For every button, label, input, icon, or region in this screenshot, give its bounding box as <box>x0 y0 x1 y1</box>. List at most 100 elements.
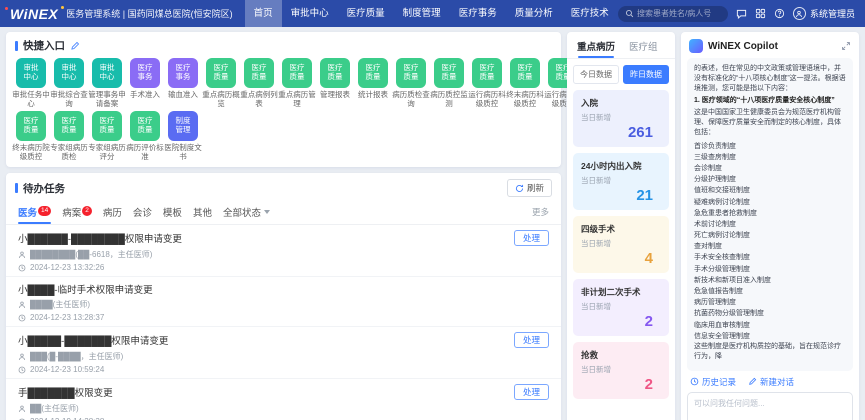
quick-entry-tile[interactable]: 医疗事务 手术准入 <box>126 58 164 108</box>
apps-icon[interactable] <box>755 8 766 19</box>
help-icon[interactable] <box>774 8 785 19</box>
date-filter-tab[interactable]: 昨日数据 <box>623 65 669 84</box>
tile-icon: 医疗质量 <box>130 111 160 141</box>
user-menu[interactable]: 系统管理员 <box>793 7 855 20</box>
message-section-desc: 这是中国国家卫生健康委员会为规范医疗机构管理、保障医疗质量安全而制定的核心制度，… <box>694 108 846 137</box>
nav-tab[interactable]: 首页 <box>245 0 282 27</box>
tile-category: 医疗质量 <box>100 117 115 134</box>
header-actions: 系统管理员 <box>618 6 855 22</box>
stat-card[interactable]: 非计划二次手术 当日新增 2 <box>573 279 669 336</box>
todo-tab[interactable]: 会诊 <box>133 202 152 224</box>
patient-search[interactable] <box>618 6 728 22</box>
core-system-item: 查对制度 <box>694 241 846 252</box>
monitor-tab[interactable]: 重点病历 <box>577 39 615 58</box>
tile-category: 医疗事务 <box>138 64 153 81</box>
quick-entry-panel: 快捷入口 审批中心 审批任务中心 <box>6 32 561 167</box>
person-icon <box>18 301 26 309</box>
todo-tab[interactable]: 病历 <box>103 202 122 224</box>
logo-text: WiNEX <box>10 6 58 22</box>
tile-category: 医疗质量 <box>404 64 419 81</box>
quick-entry-tile[interactable]: 医疗质量 病历质控监测 <box>430 58 468 108</box>
nav-tab[interactable]: 医疗事务 <box>450 0 506 27</box>
tile-label: 运行病历科级质控 <box>468 90 506 108</box>
todo-tab-label: 其他 <box>193 208 212 219</box>
quick-entry-tile[interactable]: 医疗质量 病历质检查询 <box>392 58 430 108</box>
tile-icon: 医疗质量 <box>510 58 540 88</box>
quick-entry-tile[interactable]: 医疗质量 运行病历科级质控 <box>468 58 506 108</box>
quick-entry-tile[interactable]: 医疗质量 重点病历管理 <box>278 58 316 108</box>
nav-tab[interactable]: 质量分析 <box>506 0 562 27</box>
nav-tab[interactable]: 医疗技术 <box>562 0 618 27</box>
core-system-item: 病历管理制度 <box>694 297 846 308</box>
tile-category: 医疗质量 <box>366 64 381 81</box>
stat-value: 4 <box>581 250 661 267</box>
quick-entry-tile[interactable]: 审批中心 管理事务申请备案 <box>88 58 126 108</box>
stat-card[interactable]: 入院 当日新增 261 <box>573 90 669 147</box>
task-item[interactable]: 小████-临时手术权限申请变更 ████(主任医师) <box>6 277 561 327</box>
date-filter-tab[interactable]: 今日数据 <box>573 65 619 84</box>
status-filter-label: 全部状态 <box>223 205 261 219</box>
quick-entry-tile[interactable]: 医疗质量 专家组病历质检 <box>50 111 88 161</box>
copilot-input-box[interactable] <box>687 392 853 420</box>
task-item[interactable]: 小█████-███████权限申请变更 处理 ███(█-████，主任医师) <box>6 327 561 379</box>
section-marker <box>15 41 18 51</box>
stat-sublabel: 当日新增 <box>581 112 661 123</box>
history-button[interactable]: 历史记录 <box>690 376 736 388</box>
date-filter-tabs: 今日数据 昨日数据 <box>567 59 675 86</box>
search-icon <box>625 9 634 18</box>
edit-icon[interactable] <box>70 41 80 51</box>
quick-entry-tile[interactable]: 医疗质量 终末病历科级质控 <box>506 58 544 108</box>
tile-label: 病历质检查询 <box>392 90 430 108</box>
quick-entry-tile[interactable]: 医疗质量 终末病历院级质控 <box>12 111 50 161</box>
nav-tab[interactable]: 审批中心 <box>282 0 338 27</box>
quick-entry-tile[interactable]: 医疗质量 专家组病历评分 <box>88 111 126 161</box>
quick-entry-tile[interactable]: 审批中心 审批任务中心 <box>12 58 50 108</box>
quick-entry-title: 快捷入口 <box>23 38 65 53</box>
tile-category: 医疗质量 <box>290 64 305 81</box>
handle-button[interactable]: 处理 <box>514 230 549 246</box>
search-input[interactable] <box>637 9 721 18</box>
new-chat-icon <box>748 377 757 386</box>
quick-entry-tile[interactable]: 医疗质量 管理报表 <box>316 58 354 108</box>
core-system-item: 抗菌药物分级管理制度 <box>694 308 846 319</box>
quick-entry-tile[interactable]: 医疗质量 重点病历概览 <box>202 58 240 108</box>
task-assignee: ████████(██-6618，主任医师) <box>30 249 152 260</box>
refresh-button[interactable]: 刷新 <box>507 179 552 197</box>
stat-card[interactable]: 抢救 当日新增 2 <box>573 342 669 399</box>
monitor-tab[interactable]: 医疗组 <box>629 39 658 58</box>
quick-entry-tile[interactable]: 制度管理 医院制度文书 <box>164 111 202 161</box>
quick-entry-tile[interactable]: 医疗质量 病历评价标准 <box>126 111 164 161</box>
todo-tab[interactable]: 其他 <box>193 202 212 224</box>
stat-card[interactable]: 24小时内出入院 当日新增 21 <box>573 153 669 210</box>
expand-icon[interactable] <box>841 41 851 51</box>
quick-entry-tile[interactable]: 医疗质量 统计报表 <box>354 58 392 108</box>
copilot-input[interactable] <box>688 393 852 420</box>
person-icon <box>18 405 26 413</box>
todo-panel: 待办任务 刷新 医务14 病案2 <box>6 173 561 420</box>
todo-tab[interactable]: 病案2 <box>62 202 92 224</box>
stat-value: 2 <box>581 376 661 393</box>
tile-icon: 医疗质量 <box>244 58 274 88</box>
quick-entry-tile[interactable]: 审批中心 审批综合查询 <box>50 58 88 108</box>
task-assignee: ████(主任医师) <box>30 299 90 310</box>
handle-button[interactable]: 处理 <box>514 332 549 348</box>
todo-tab[interactable]: 医务14 <box>18 202 51 224</box>
todo-tab[interactable]: 模板 <box>163 202 182 224</box>
tile-label: 统计报表 <box>354 90 392 108</box>
message-icon[interactable] <box>736 8 747 19</box>
more-link[interactable]: 更多 <box>532 206 549 220</box>
stat-card[interactable]: 四级手术 当日新增 4 <box>573 216 669 273</box>
quick-entry-tile[interactable]: 医疗事务 输血准入 <box>164 58 202 108</box>
task-item[interactable]: 小██████-████████权限申请变更 处理 ████████(██-66… <box>6 225 561 277</box>
status-filter-dropdown[interactable]: 全部状态 <box>223 205 270 221</box>
new-chat-button[interactable]: 新建对话 <box>748 376 794 388</box>
nav-tab[interactable]: 医疗质量 <box>338 0 394 27</box>
quick-entry-tile[interactable]: 医疗质量 重点病例列表 <box>240 58 278 108</box>
nav-tab[interactable]: 制度管理 <box>394 0 450 27</box>
core-system-item: 手术分级管理制度 <box>694 264 846 275</box>
core-system-item: 手术安全核查制度 <box>694 252 846 263</box>
task-title: 小██████-████████权限申请变更 <box>18 231 508 245</box>
handle-button[interactable]: 处理 <box>514 384 549 400</box>
core-system-item: 会诊制度 <box>694 163 846 174</box>
task-item[interactable]: 手███████权限变更 处理 ██(主任医师) <box>6 379 561 420</box>
